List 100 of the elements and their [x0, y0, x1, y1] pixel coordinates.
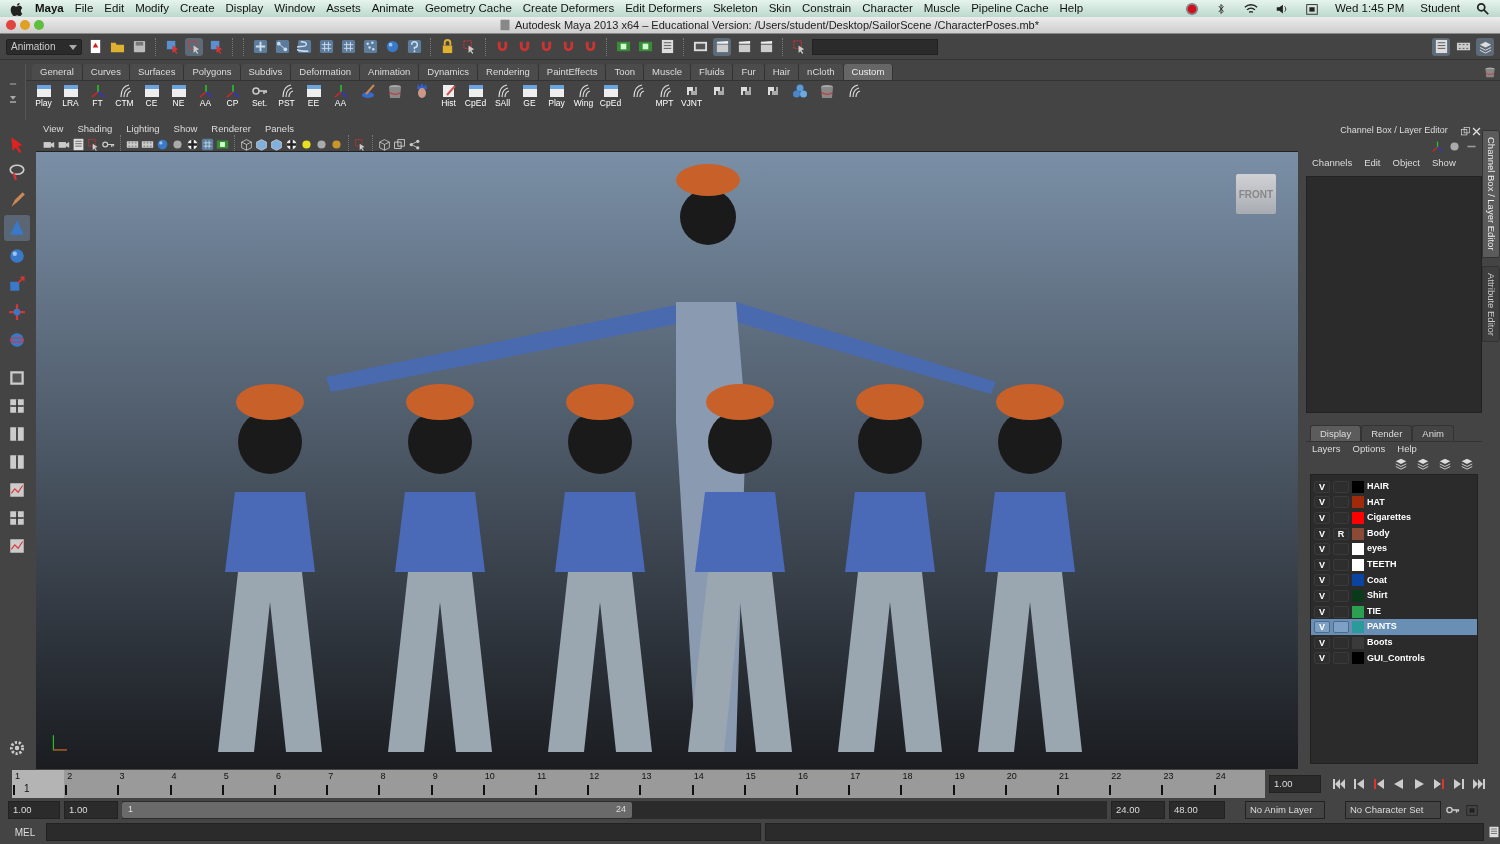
panel-menu[interactable]: Lighting: [126, 122, 160, 137]
panel-menu[interactable]: Show: [173, 122, 198, 137]
shelf-button-label[interactable]: Set.: [251, 99, 268, 108]
shelf-button-label[interactable]: CE: [145, 99, 158, 108]
shelf-button-label[interactable]: CP: [226, 99, 239, 108]
panel-menu[interactable]: Channels: [1312, 155, 1353, 171]
layer-row[interactable]: V HAIR: [1311, 479, 1477, 495]
shelf-tab[interactable]: Muscle: [644, 64, 692, 80]
menu-item[interactable]: Modify: [135, 0, 169, 18]
shelf-button-label[interactable]: VJNT: [680, 99, 703, 108]
panel-menu[interactable]: Help: [1397, 441, 1417, 457]
menu-item[interactable]: Edit: [104, 0, 125, 18]
shelf-tab[interactable]: Curves: [82, 64, 130, 80]
menu-item[interactable]: Edit Deformers: [625, 0, 702, 18]
menu-item[interactable]: Muscle: [923, 0, 961, 18]
shelf-tab[interactable]: Custom: [843, 64, 894, 80]
shelf-tab[interactable]: Dynamics: [419, 64, 478, 80]
layer-row[interactable]: V Cigarettes: [1311, 510, 1477, 526]
shelf-button-label[interactable]: AA: [334, 99, 347, 108]
menu-item[interactable]: Skin: [768, 0, 792, 18]
shelf-tab[interactable]: Rendering: [478, 64, 539, 80]
shelf-tab[interactable]: Surfaces: [129, 64, 185, 80]
panel-menu[interactable]: Shading: [77, 122, 113, 137]
shelf-button-label[interactable]: Play: [35, 99, 52, 108]
menu-item[interactable]: Maya: [35, 0, 64, 18]
shelf-button-label[interactable]: CpEd: [464, 99, 487, 108]
shelf-tab[interactable]: Deformation: [291, 64, 361, 80]
layer-row[interactable]: V Boots: [1311, 634, 1477, 651]
layer-tab[interactable]: Display: [1310, 425, 1362, 441]
shelf-button-label[interactable]: FT: [92, 99, 103, 108]
shelf-button-label[interactable]: MPT: [655, 99, 674, 108]
visibility-toggle[interactable]: V: [1314, 543, 1330, 556]
panel-menu[interactable]: Options: [1352, 441, 1386, 457]
shelf-button-label[interactable]: PST: [278, 99, 295, 108]
shelf-tab[interactable]: General: [32, 64, 83, 80]
panel-menu[interactable]: Panels: [264, 122, 294, 137]
shelf-button-label[interactable]: Wing: [573, 99, 594, 108]
menu-item[interactable]: Window: [274, 0, 316, 18]
shelf-tab[interactable]: Fluids: [691, 64, 734, 80]
visibility-toggle[interactable]: V: [1314, 558, 1330, 571]
user-name[interactable]: Student: [1420, 0, 1460, 18]
shelf-tab[interactable]: nCloth: [799, 64, 844, 80]
side-tab[interactable]: Channel Box / Layer Editor: [1482, 130, 1500, 258]
shelf-button-label[interactable]: CpEd: [599, 99, 622, 108]
layer-row[interactable]: V TEETH: [1311, 556, 1477, 573]
character-set-dropdown[interactable]: No Character Set: [1345, 801, 1441, 819]
end-time-field[interactable]: 48.00: [1169, 801, 1225, 819]
shelf-button-label[interactable]: AA: [199, 99, 212, 108]
shelf-tab[interactable]: Polygons: [184, 64, 241, 80]
shelf-tab[interactable]: Toon: [606, 64, 644, 80]
layer-tab[interactable]: Anim: [1412, 425, 1454, 441]
layer-row[interactable]: V GUI_Controls: [1311, 650, 1477, 667]
panel-menu[interactable]: Renderer: [211, 122, 251, 137]
panel-menu[interactable]: Edit: [1364, 155, 1381, 171]
layer-row[interactable]: V TIE: [1311, 603, 1477, 620]
menu-item[interactable]: Constrain: [802, 0, 852, 18]
current-time-field[interactable]: 1.00: [1269, 775, 1321, 793]
shelf-button-label[interactable]: GE: [523, 99, 536, 108]
display-type-toggle[interactable]: R: [1333, 527, 1349, 540]
shelf-button-label[interactable]: Hist: [441, 99, 456, 108]
menu-item[interactable]: Create: [180, 0, 215, 18]
visibility-toggle[interactable]: V: [1314, 480, 1330, 493]
side-tab[interactable]: Attribute Editor: [1482, 265, 1500, 343]
shelf-tab[interactable]: Animation: [360, 64, 420, 80]
layer-row[interactable]: V Shirt: [1311, 588, 1477, 604]
layer-row[interactable]: V eyes: [1311, 541, 1477, 557]
shelf-button-label[interactable]: SAll: [494, 99, 511, 108]
visibility-toggle[interactable]: V: [1314, 496, 1330, 509]
menu-item[interactable]: Geometry Cache: [424, 0, 512, 18]
clock[interactable]: Wed 1:45 PM: [1334, 0, 1405, 18]
panel-menu[interactable]: Layers: [1312, 441, 1341, 457]
menu-item[interactable]: Pipeline Cache: [971, 0, 1049, 18]
visibility-toggle[interactable]: V: [1314, 636, 1330, 649]
anim-layer-dropdown[interactable]: No Anim Layer: [1245, 801, 1325, 819]
command-language-label[interactable]: MEL: [8, 824, 42, 840]
shelf-button-label[interactable]: CTM: [115, 99, 134, 108]
menu-item[interactable]: Display: [225, 0, 264, 18]
menu-item[interactable]: Character: [862, 0, 913, 18]
panel-menu[interactable]: View: [43, 122, 64, 137]
panel-menu[interactable]: Object: [1392, 155, 1420, 171]
visibility-toggle[interactable]: V: [1314, 574, 1330, 587]
layer-tab[interactable]: Render: [1361, 425, 1413, 441]
start-time-field[interactable]: 1.00: [8, 801, 60, 819]
menu-item[interactable]: Skeleton: [712, 0, 758, 18]
shelf-button-label[interactable]: Play: [548, 99, 565, 108]
shelf-button-label[interactable]: EE: [307, 99, 320, 108]
shelf-tab[interactable]: Subdivs: [240, 64, 292, 80]
layer-row[interactable]: V HAT: [1311, 494, 1477, 511]
visibility-toggle[interactable]: V: [1314, 512, 1330, 524]
shelf-tab[interactable]: PaintEffects: [538, 64, 607, 80]
visibility-toggle[interactable]: V: [1314, 605, 1330, 618]
menu-item[interactable]: Create Deformers: [522, 0, 615, 18]
shelf-tab[interactable]: Hair: [764, 64, 800, 80]
shelf-button-label[interactable]: NE: [172, 99, 185, 108]
range-start-field[interactable]: 1.00: [64, 801, 118, 819]
layer-row[interactable]: V R Body: [1311, 525, 1477, 542]
menu-item[interactable]: Assets: [326, 0, 361, 18]
shelf-button-label[interactable]: LRA: [62, 99, 79, 108]
layer-row[interactable]: V Coat: [1311, 572, 1477, 589]
shelf-tab[interactable]: Fur: [733, 64, 765, 80]
